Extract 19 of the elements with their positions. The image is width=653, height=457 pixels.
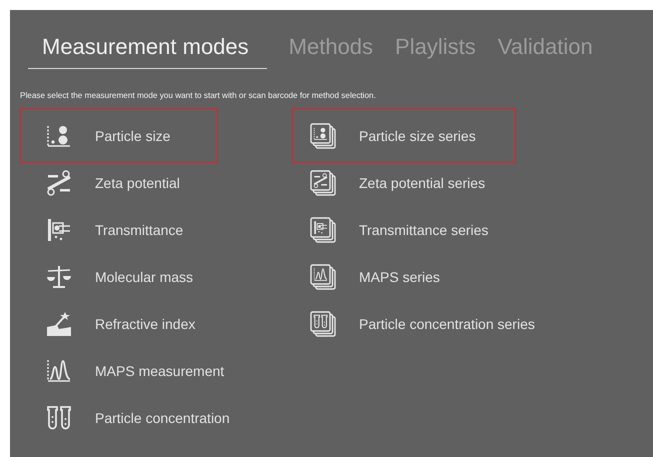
mode-item[interactable]: Molecular mass xyxy=(20,253,218,300)
stacked-particle-chart-icon xyxy=(309,122,337,150)
stacked-test-tubes-icon xyxy=(309,310,337,338)
stacked-peaks-chart-icon xyxy=(309,262,337,290)
stacked-percent-icon xyxy=(309,168,337,196)
mode-item[interactable]: Particle concentration xyxy=(20,394,237,441)
mode-item[interactable]: Transmittance xyxy=(20,206,218,253)
percent-icon xyxy=(45,168,73,196)
mode-item[interactable]: Particle size series xyxy=(292,108,516,163)
light-beam-icon xyxy=(45,310,73,338)
mode-item[interactable]: Particle concentration series xyxy=(292,300,542,347)
mode-item[interactable]: Transmittance series xyxy=(292,206,516,253)
tab[interactable]: Measurement modes xyxy=(28,34,267,69)
mode-item[interactable]: Particle size xyxy=(20,108,218,163)
test-tubes-icon xyxy=(45,404,73,432)
mode-item[interactable]: MAPS measurement xyxy=(20,347,232,394)
mode-item[interactable]: Refractive index xyxy=(20,300,218,347)
instruction-text: Please select the measurement mode you want to start with or scan barcode for method selection. xyxy=(20,91,377,100)
mode-item[interactable]: MAPS series xyxy=(292,253,516,300)
